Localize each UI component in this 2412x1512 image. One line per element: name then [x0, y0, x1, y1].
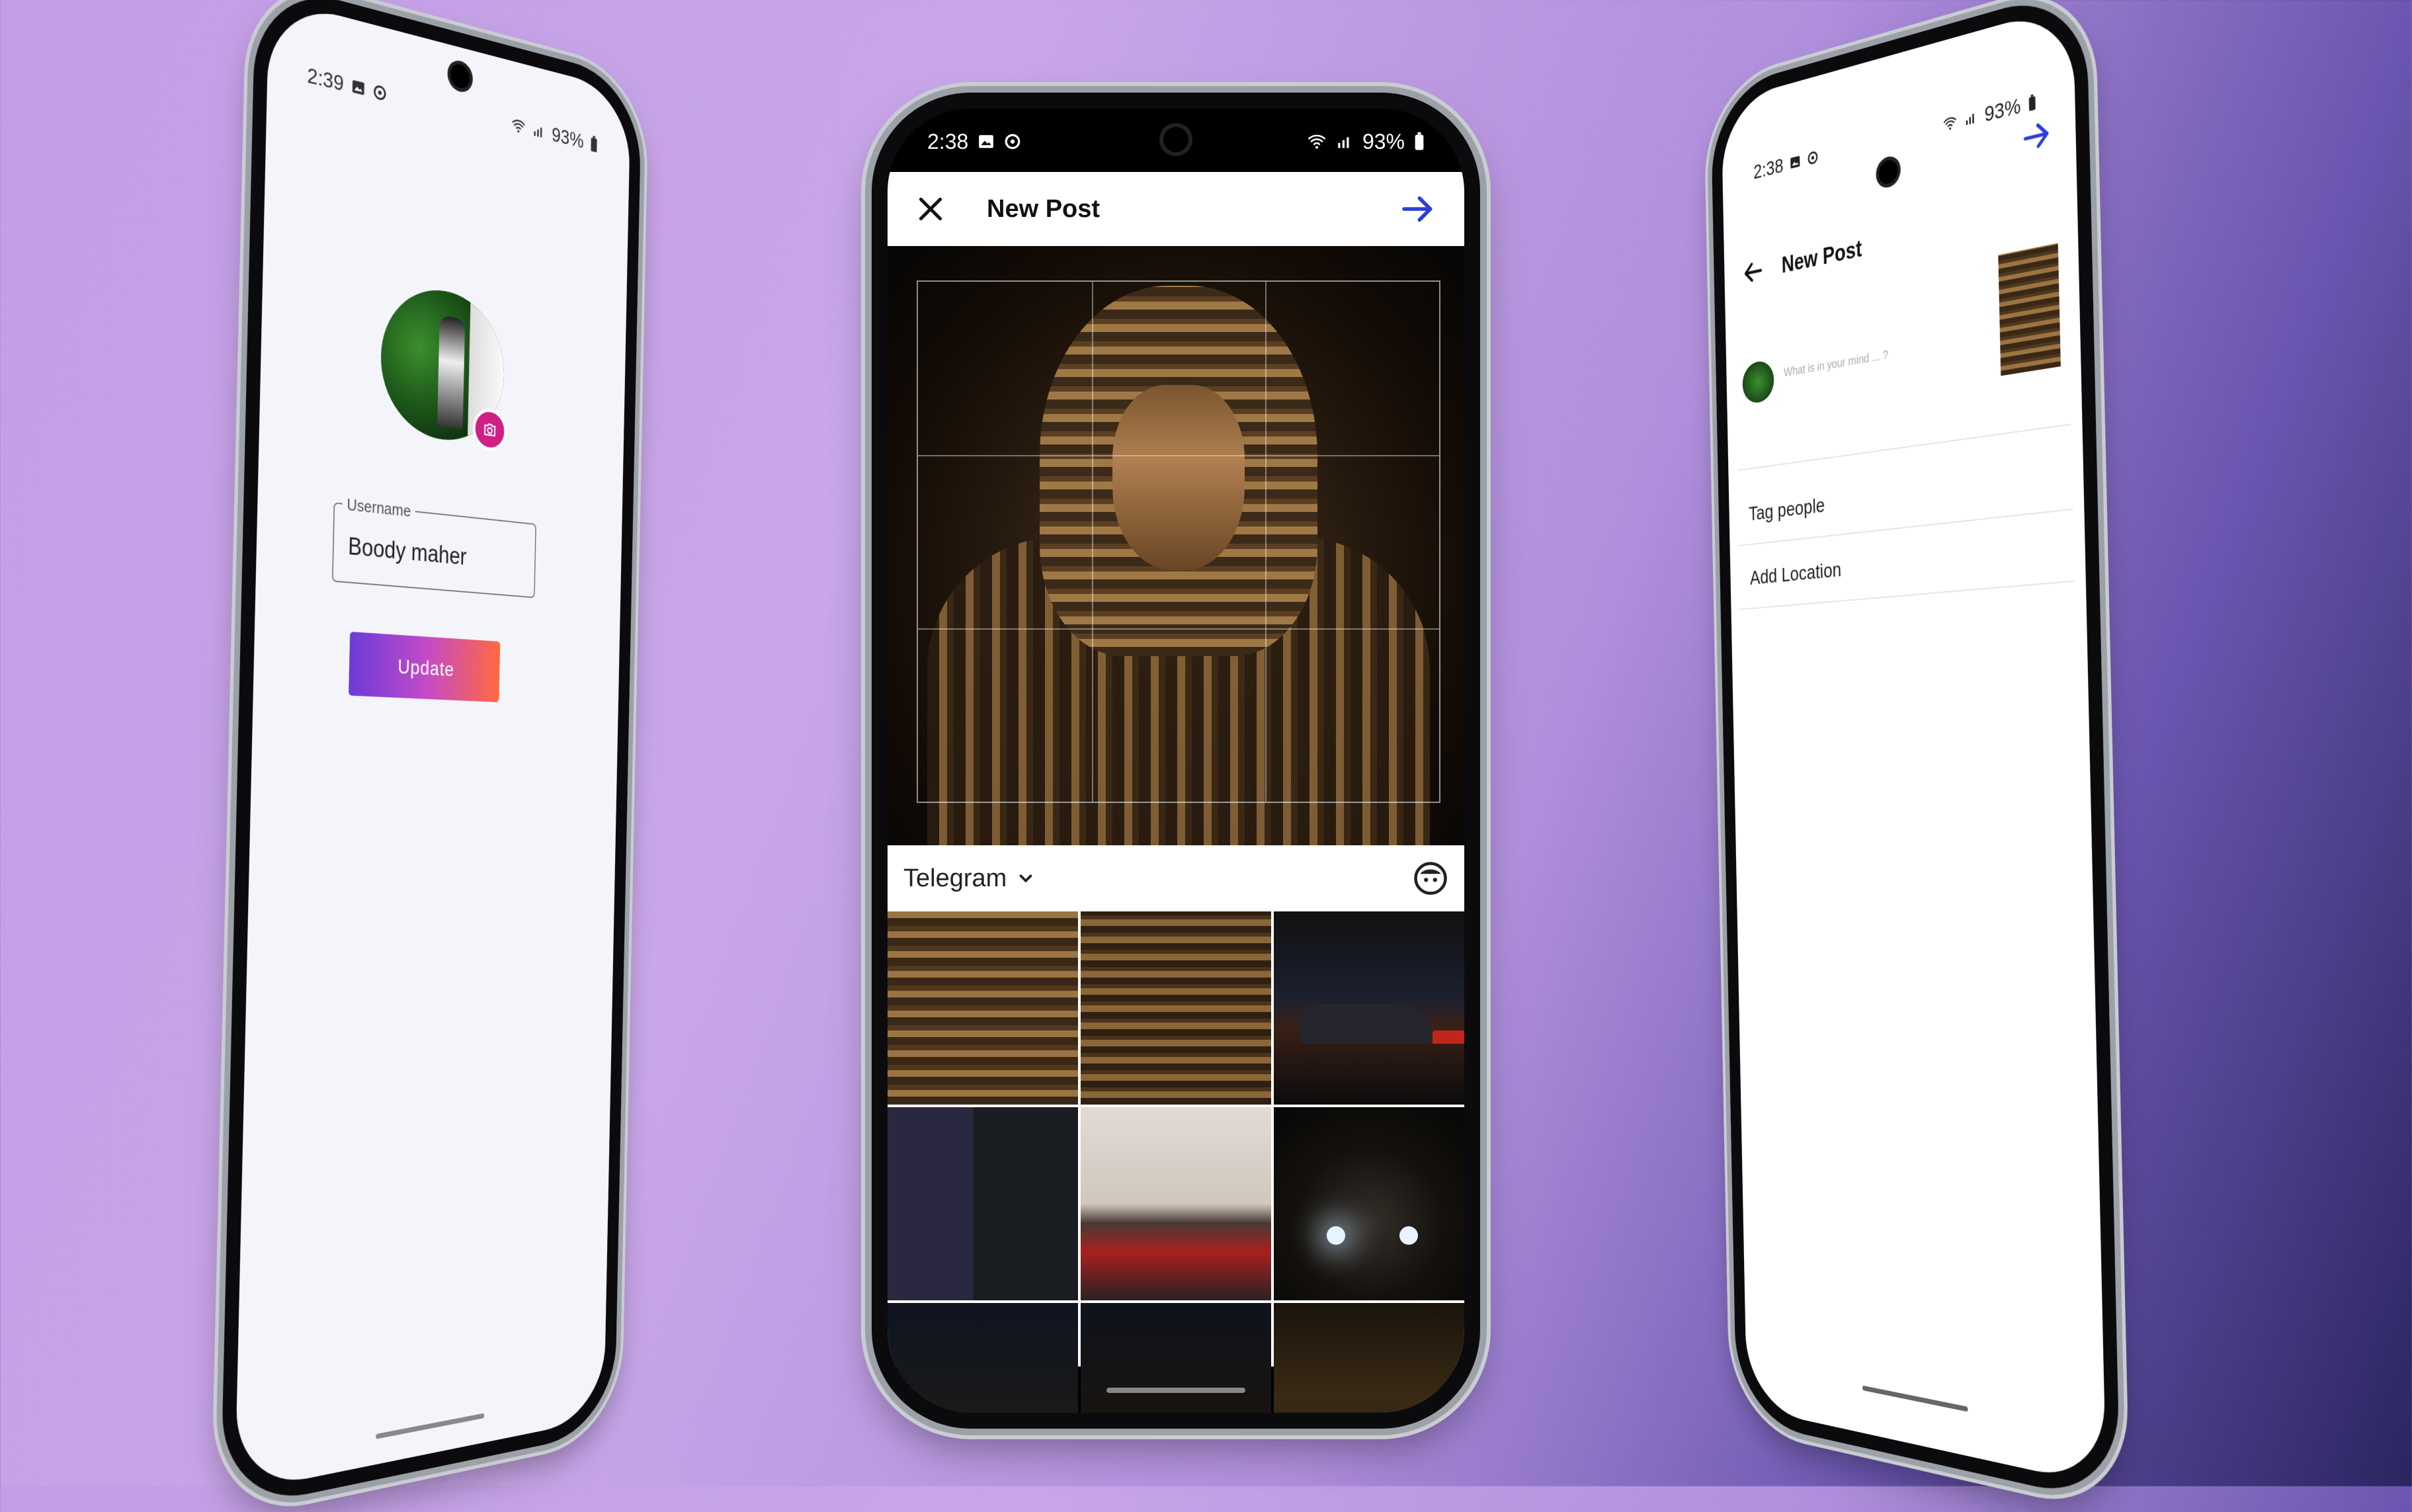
battery-icon [590, 135, 598, 153]
arrow-right-icon[interactable] [1398, 190, 1438, 228]
gallery-thumbnail[interactable] [888, 1107, 1078, 1300]
username-field[interactable]: Username Boody maher [331, 494, 536, 599]
home-indicator [1862, 1385, 1968, 1412]
status-bar: 2:39 93% [267, 36, 630, 179]
signal-icon [1336, 133, 1353, 150]
gallery-thumbnail[interactable] [1274, 1107, 1464, 1300]
edit-profile-screen: 2:39 93% Username Boody maher Update [234, 0, 631, 1493]
wifi-icon [1307, 133, 1327, 150]
wifi-icon [511, 116, 526, 136]
gallery-thumbnail[interactable] [1081, 911, 1271, 1105]
settings-notification-icon [1807, 149, 1818, 167]
home-indicator [1106, 1388, 1245, 1393]
image-notification-icon [1790, 153, 1801, 171]
add-location-row[interactable]: Add Location [1750, 558, 1842, 590]
username-label: Username [342, 494, 415, 522]
selected-image-thumbnail [1998, 243, 2061, 376]
status-time: 2:39 [307, 62, 345, 96]
crop-grid[interactable] [917, 280, 1440, 803]
new-post-header: New Post [888, 172, 1464, 246]
signal-icon [532, 122, 545, 140]
right-phone: 2:38 93% New Post What is in your mind .… [1710, 0, 2121, 1506]
battery-icon [2028, 93, 2036, 112]
status-time: 2:38 [927, 129, 969, 153]
divider [1737, 423, 2071, 472]
album-selector[interactable]: Telegram [903, 864, 1036, 893]
avatar [1742, 358, 1774, 405]
album-name: Telegram [903, 864, 1007, 892]
album-bar: Telegram [888, 845, 1464, 911]
settings-notification-icon [373, 83, 388, 103]
battery-percent: 93% [1984, 93, 2021, 127]
battery-percent: 93% [551, 122, 585, 153]
new-post-caption-screen: 2:38 93% New Post What is in your mind .… [1721, 4, 2106, 1487]
face-icon[interactable] [1413, 861, 1448, 896]
status-time: 2:38 [1753, 153, 1784, 184]
back-arrow-icon[interactable] [1742, 256, 1764, 288]
image-crop-preview[interactable] [888, 246, 1464, 848]
gallery-thumbnail[interactable] [1081, 1303, 1271, 1413]
close-icon[interactable] [914, 192, 947, 226]
center-phone: 2:38 93% New Post Telegram [872, 93, 1480, 1429]
settings-notification-icon [1004, 133, 1021, 150]
front-camera [1163, 127, 1188, 152]
gallery-grid [888, 911, 1464, 1413]
gallery-thumbnail[interactable] [1081, 1107, 1271, 1300]
new-post-gallery-screen: 2:38 93% New Post Telegram [888, 108, 1464, 1413]
gallery-thumbnail[interactable] [1274, 1303, 1464, 1413]
battery-percent: 93% [1362, 129, 1405, 153]
gallery-thumbnail[interactable] [1274, 911, 1464, 1105]
battery-icon [1414, 132, 1425, 151]
gallery-thumbnail[interactable] [888, 1303, 1078, 1413]
caption-input[interactable]: What is in your mind ... ? [1784, 349, 1888, 380]
gallery-thumbnail[interactable] [888, 911, 1078, 1105]
image-notification-icon [977, 133, 995, 150]
chevron-down-icon [1016, 868, 1036, 888]
image-notification-icon [351, 77, 366, 97]
left-phone: 2:39 93% Username Boody maher Update [220, 0, 642, 1512]
wifi-icon [1942, 114, 1957, 133]
signal-icon [1964, 109, 1977, 128]
tag-people-row[interactable]: Tag people [1749, 493, 1825, 526]
page-title: New Post [987, 194, 1101, 223]
share-arrow-icon[interactable] [2020, 114, 2054, 157]
home-indicator [376, 1413, 485, 1439]
camera-icon [482, 419, 497, 440]
username-value[interactable]: Boody maher [348, 533, 467, 571]
update-button[interactable]: Update [349, 632, 501, 702]
